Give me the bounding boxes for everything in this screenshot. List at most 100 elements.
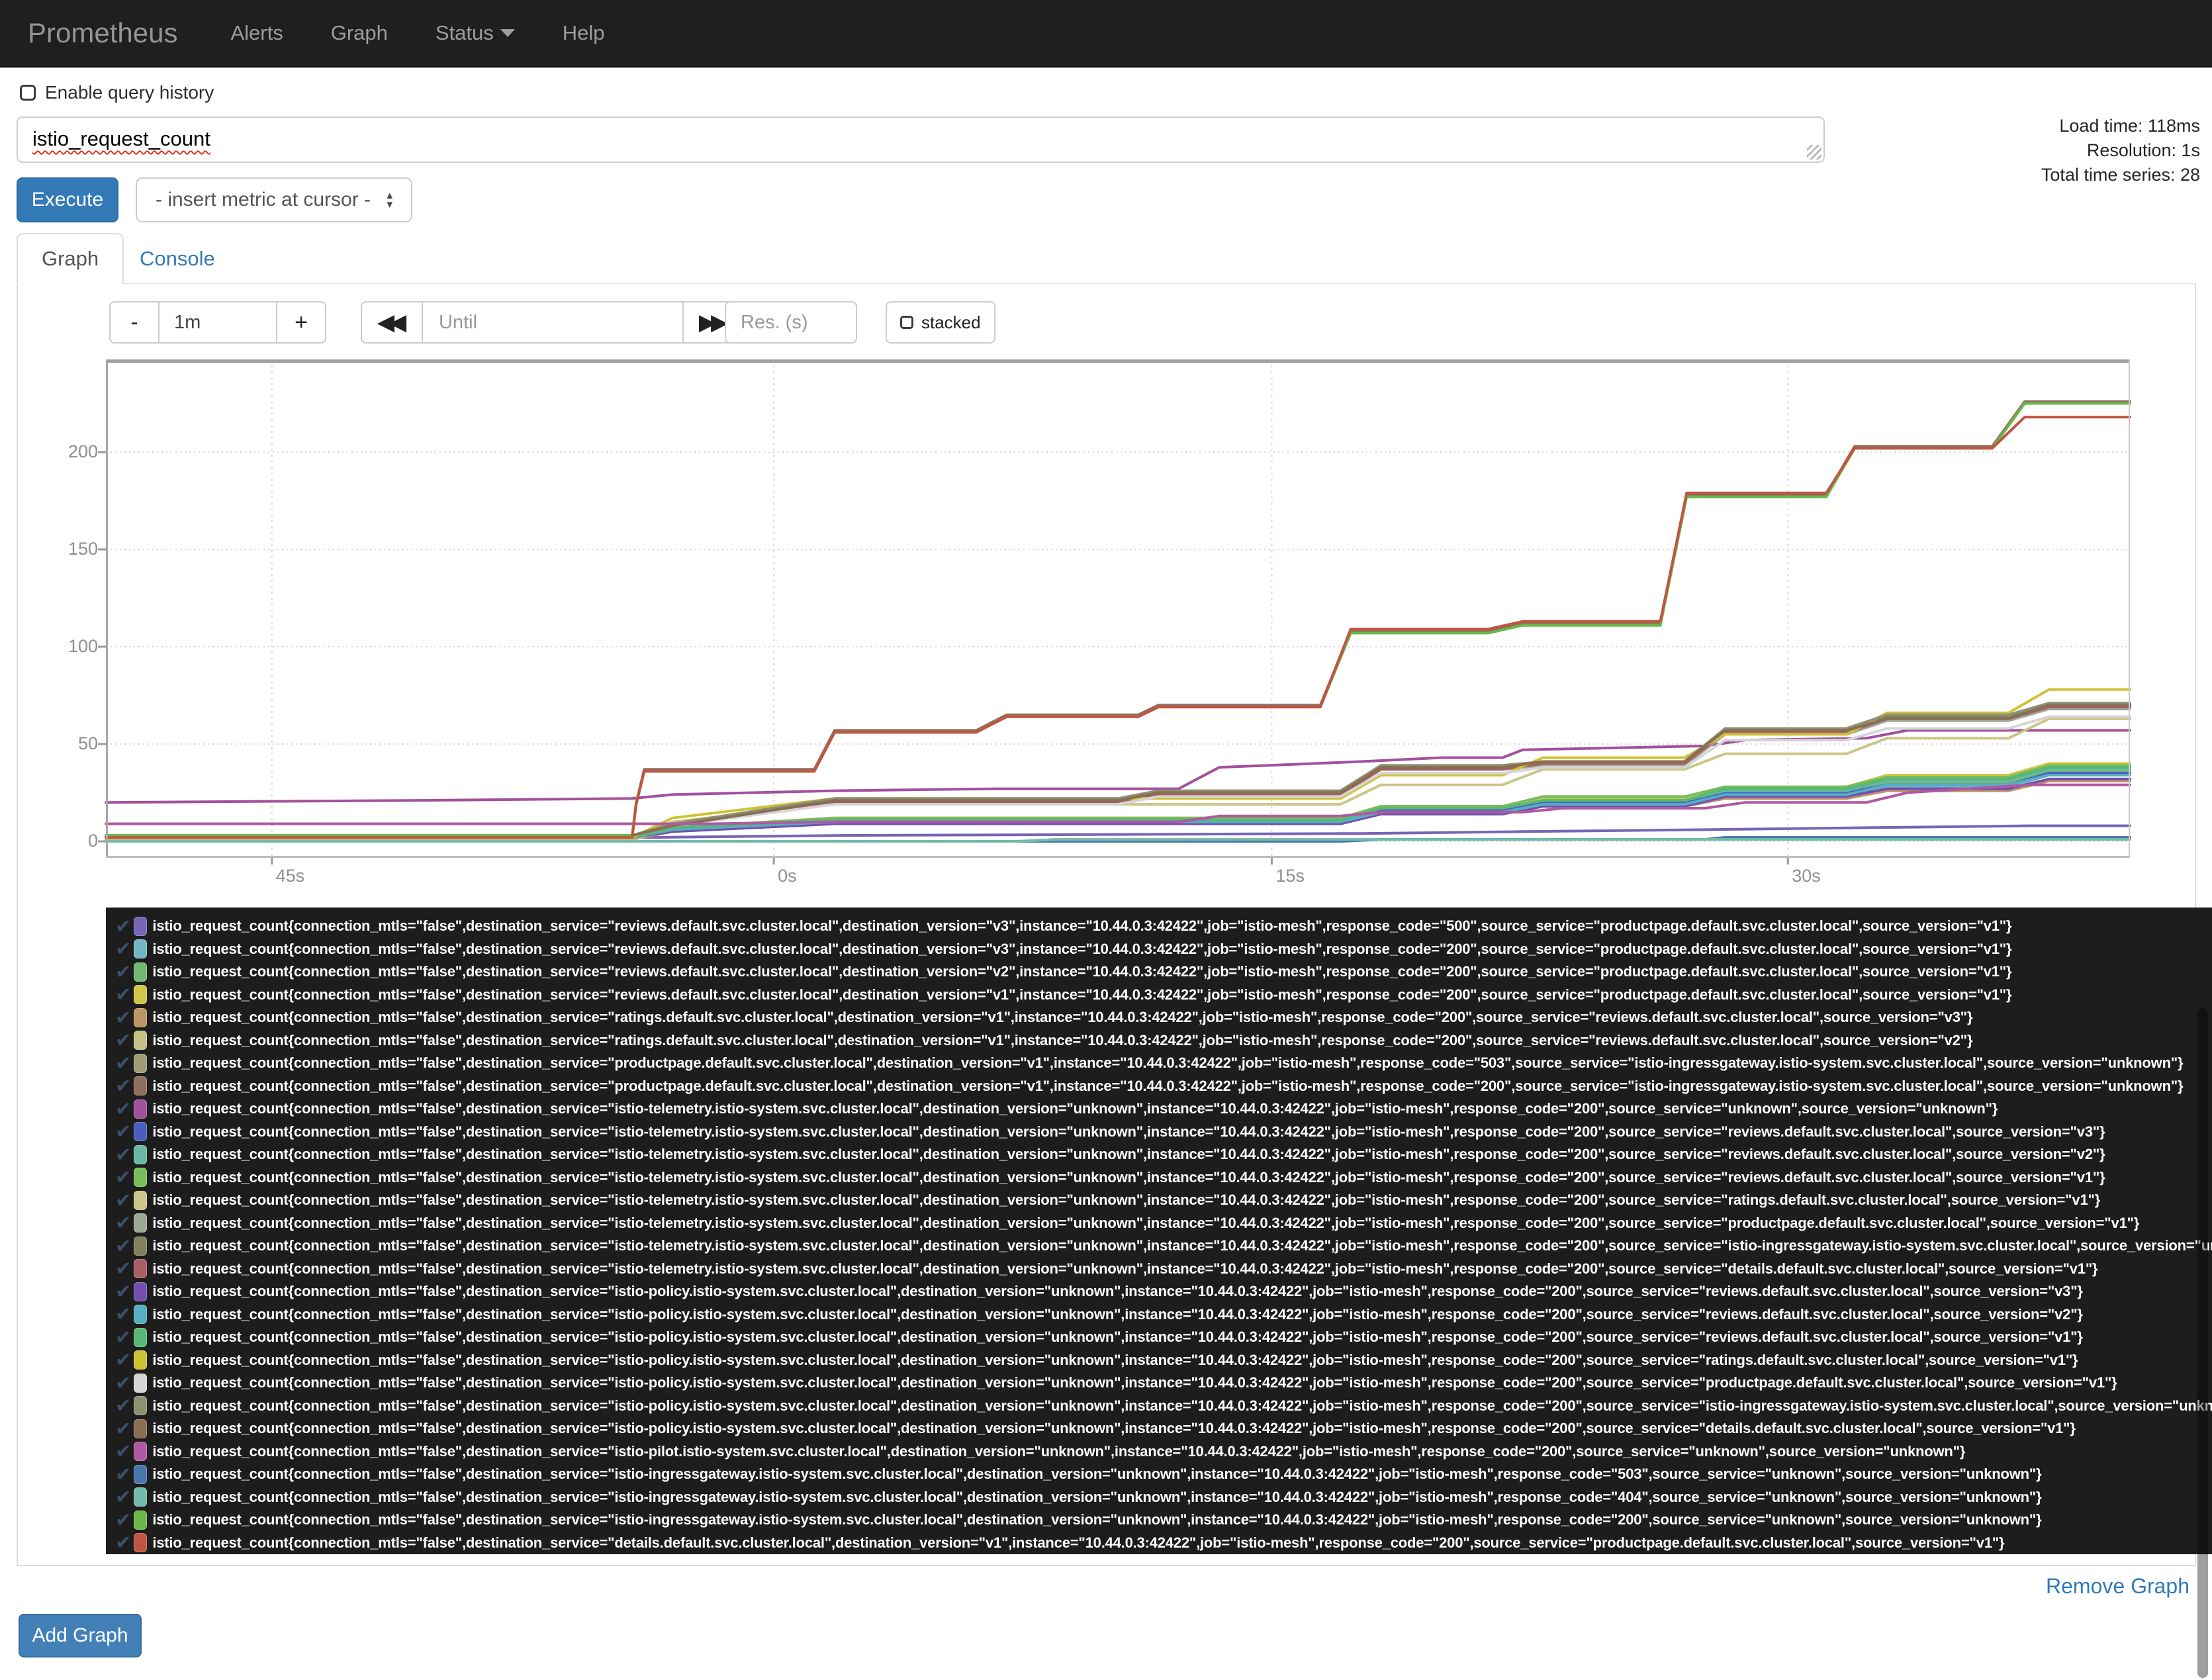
brand-prometheus[interactable]: Prometheus (0, 17, 207, 49)
legend-row[interactable]: ✔ istio_request_count{connection_mtls="f… (115, 1052, 2212, 1075)
legend-color-swatch (134, 1305, 148, 1325)
nav-item-graph[interactable]: Graph (307, 21, 412, 45)
legend-check-icon: ✔ (115, 1144, 132, 1166)
legend-color-swatch (134, 1213, 148, 1233)
query-history-label: Enable query history (45, 82, 214, 103)
y-tick-label: 0 (87, 831, 98, 851)
stacked-label: stacked (921, 312, 981, 332)
range-input[interactable]: 1m (160, 301, 276, 344)
legend-series-label: istio_request_count{connection_mtls="fal… (152, 1374, 2117, 1391)
query-history-row: Enable query history (20, 82, 214, 103)
x-tick-label: 30s (1792, 866, 1821, 886)
y-tick-label: 150 (68, 539, 98, 559)
insert-metric-select-value: - insert metric at cursor - (156, 189, 371, 210)
legend-row[interactable]: ✔ istio_request_count{connection_mtls="f… (115, 1486, 2212, 1509)
tab-console[interactable]: Console (116, 233, 239, 285)
nav-item-alerts[interactable]: Alerts (207, 21, 306, 45)
query-input-value: istio_request_count (32, 127, 210, 150)
legend-row[interactable]: ✔ istio_request_count{connection_mtls="f… (115, 1280, 2212, 1303)
legend-row[interactable]: ✔ istio_request_count{connection_mtls="f… (115, 1006, 2212, 1029)
nav-item-status-label: Status (435, 21, 494, 44)
legend-row[interactable]: ✔ istio_request_count{connection_mtls="f… (115, 1532, 2212, 1555)
query-input[interactable]: istio_request_count (17, 117, 1825, 163)
legend-row[interactable]: ✔ istio_request_count{connection_mtls="f… (115, 915, 2212, 938)
legend-series-label: istio_request_count{connection_mtls="fal… (152, 1054, 2184, 1072)
execute-button[interactable]: Execute (17, 177, 118, 222)
legend-row[interactable]: ✔ istio_request_count{connection_mtls="f… (115, 1097, 2212, 1121)
legend-row[interactable]: ✔ istio_request_count{connection_mtls="f… (115, 1326, 2212, 1349)
legend-color-swatch (134, 1236, 148, 1256)
legend-row[interactable]: ✔ istio_request_count{connection_mtls="f… (115, 1143, 2212, 1166)
legend-color-swatch (134, 1053, 148, 1073)
legend-color-swatch (134, 1144, 148, 1164)
resize-grip-icon[interactable] (1807, 145, 1821, 160)
legend-color-swatch (134, 916, 148, 936)
legend-row[interactable]: ✔ istio_request_count{connection_mtls="f… (115, 1440, 2212, 1464)
legend-row[interactable]: ✔ istio_request_count{connection_mtls="f… (115, 1463, 2212, 1486)
chart-plot-area[interactable] (98, 359, 2131, 864)
legend-row[interactable]: ✔ istio_request_count{connection_mtls="f… (115, 1235, 2212, 1258)
legend-row[interactable]: ✔ istio_request_count{connection_mtls="f… (115, 1029, 2212, 1052)
tab-graph[interactable]: Graph (17, 233, 124, 285)
insert-metric-select[interactable]: - insert metric at cursor - ▴ ▾ (136, 177, 412, 222)
until-input[interactable]: Until (423, 301, 682, 344)
legend-series-label: istio_request_count{connection_mtls="fal… (152, 1031, 1973, 1049)
query-stats: Load time: 118ms Resolution: 1s Total ti… (2041, 114, 2200, 187)
legend-check-icon: ✔ (115, 939, 132, 960)
rewind-button[interactable]: ◀◀ (361, 301, 423, 344)
legend-color-swatch (134, 1373, 148, 1393)
legend-color-swatch (134, 939, 148, 959)
y-tick-label: 50 (77, 733, 98, 753)
range-increase-button[interactable]: + (276, 301, 326, 344)
add-graph-button[interactable]: Add Graph (19, 1614, 142, 1657)
y-tick-label: 200 (68, 442, 98, 461)
legend-row[interactable]: ✔ istio_request_count{connection_mtls="f… (115, 960, 2212, 984)
legend-series-label: istio_request_count{connection_mtls="fal… (152, 1442, 1966, 1460)
legend-series-label: istio_request_count{connection_mtls="fal… (152, 1260, 2098, 1277)
legend-row[interactable]: ✔ istio_request_count{connection_mtls="f… (115, 1349, 2212, 1372)
legend-color-swatch (134, 1031, 148, 1050)
legend-check-icon: ✔ (115, 1304, 132, 1326)
legend-row[interactable]: ✔ istio_request_count{connection_mtls="f… (115, 984, 2212, 1007)
legend-series-label: istio_request_count{connection_mtls="fal… (152, 1305, 2083, 1323)
legend-row[interactable]: ✔ istio_request_count{connection_mtls="f… (115, 1121, 2212, 1144)
legend-series-label: istio_request_count{connection_mtls="fal… (152, 1329, 2083, 1346)
legend-row[interactable]: ✔ istio_request_count{connection_mtls="f… (115, 1189, 2212, 1212)
range-decrease-button[interactable]: - (109, 301, 160, 344)
legend-series-label: istio_request_count{connection_mtls="fal… (152, 1420, 2076, 1437)
legend-row[interactable]: ✔ istio_request_count{connection_mtls="f… (115, 1372, 2212, 1395)
x-tick-label: 15s (1275, 866, 1305, 886)
stacked-toggle[interactable]: stacked (886, 301, 995, 344)
legend-series-label: istio_request_count{connection_mtls="fal… (152, 1534, 2005, 1551)
legend-check-icon: ✔ (115, 1007, 132, 1029)
legend-check-icon: ✔ (115, 1052, 132, 1074)
nav-item-status[interactable]: Status (412, 21, 539, 45)
chart-svg (98, 359, 2131, 864)
legend-series-label: istio_request_count{connection_mtls="fal… (152, 1009, 1973, 1026)
legend-check-icon: ✔ (115, 1487, 132, 1509)
legend-row[interactable]: ✔ istio_request_count{connection_mtls="f… (115, 1417, 2212, 1440)
legend-color-swatch (134, 1510, 148, 1530)
legend-check-icon: ✔ (115, 1167, 132, 1189)
legend-color-swatch (134, 1282, 148, 1301)
nav-item-help[interactable]: Help (539, 21, 629, 45)
legend-color-swatch (134, 1190, 148, 1210)
scrollbar-thumb[interactable] (2197, 1008, 2208, 1678)
legend-row[interactable]: ✔ istio_request_count{connection_mtls="f… (115, 1212, 2212, 1235)
legend-row[interactable]: ✔ istio_request_count{connection_mtls="f… (115, 1258, 2212, 1281)
legend-check-icon: ✔ (115, 1190, 132, 1211)
legend-check-icon: ✔ (115, 915, 132, 937)
legend-color-swatch (134, 985, 148, 1005)
resolution-input[interactable]: Res. (s) (725, 301, 857, 344)
legend-color-swatch (134, 962, 148, 982)
legend-row[interactable]: ✔ istio_request_count{connection_mtls="f… (115, 1395, 2212, 1418)
legend-check-icon: ✔ (115, 1372, 132, 1394)
legend-row[interactable]: ✔ istio_request_count{connection_mtls="f… (115, 1075, 2212, 1098)
stacked-checkbox[interactable] (900, 316, 913, 329)
query-history-checkbox[interactable] (20, 85, 36, 101)
legend-row[interactable]: ✔ istio_request_count{connection_mtls="f… (115, 1166, 2212, 1190)
legend-row[interactable]: ✔ istio_request_count{connection_mtls="f… (115, 1509, 2212, 1532)
legend-row[interactable]: ✔ istio_request_count{connection_mtls="f… (115, 938, 2212, 961)
legend-row[interactable]: ✔ istio_request_count{connection_mtls="f… (115, 1303, 2212, 1327)
remove-graph-link[interactable]: Remove Graph (2046, 1574, 2189, 1599)
